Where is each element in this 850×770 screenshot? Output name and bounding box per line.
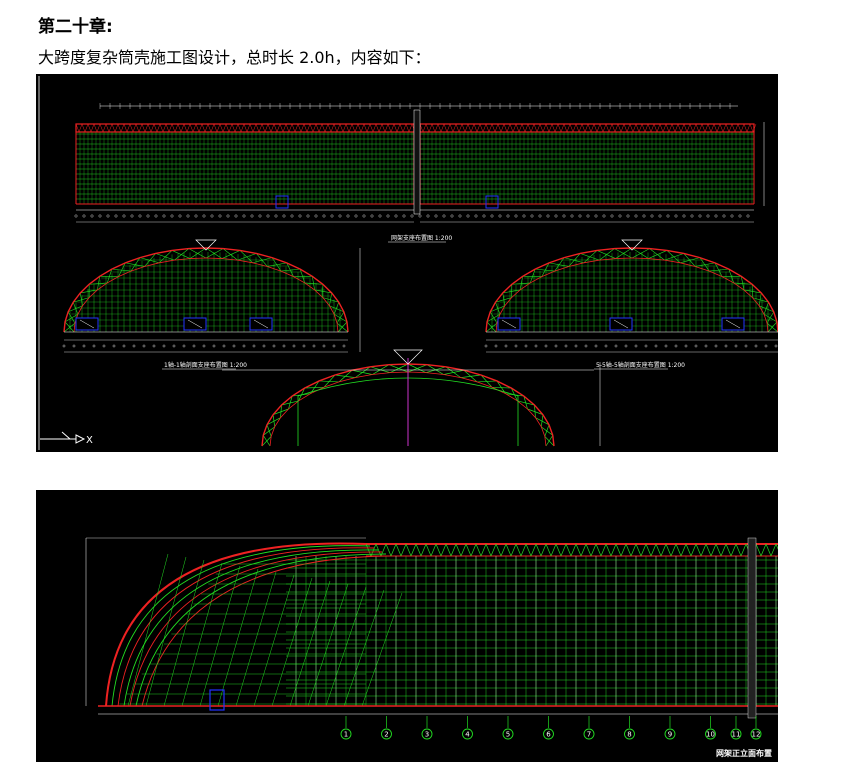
section-middle xyxy=(222,349,601,447)
axis-number: 5 xyxy=(506,731,510,739)
elevation-caption: 网架正立面布置 xyxy=(716,748,772,758)
axis-x-label: X xyxy=(86,435,93,446)
axis-number: 10 xyxy=(706,731,715,739)
ucs-axis-icon: X xyxy=(40,431,93,446)
axis-number: 6 xyxy=(546,731,551,739)
front-elevation xyxy=(85,537,778,719)
section-left-caption: 1轴-1轴剖面支座布置图 1:200 xyxy=(164,361,247,369)
section-left xyxy=(62,239,361,353)
chapter-description: 大跨度复杂筒壳施工图设计，总时长 2.0h，内容如下： xyxy=(38,48,431,67)
axis-number: 7 xyxy=(587,731,591,739)
axis-number: 4 xyxy=(465,731,470,739)
axis-number: 1 xyxy=(344,731,348,739)
cad-drawing-elevation: 1 2 3 4 5 6 7 8 9 10 11 12 网架正立面布置 xyxy=(36,490,778,762)
chapter-heading: 第二十章: xyxy=(38,17,113,37)
cad-canvas-1: 网架支座布置图 1:200 1轴-1轴剖面支座布置图 1:200 5-5轴-5轴… xyxy=(38,76,778,450)
axis-number: 8 xyxy=(627,731,631,739)
section-right-caption: 5-5轴-5轴剖面支座布置图 1:200 xyxy=(596,361,685,369)
section-right xyxy=(484,239,778,353)
axis-number: 11 xyxy=(732,731,741,739)
axis-number: 3 xyxy=(425,731,429,739)
plan-view xyxy=(74,103,765,223)
axis-bubbles: 1 2 3 4 5 6 7 8 9 10 11 12 xyxy=(340,716,762,740)
axis-number: 9 xyxy=(668,731,672,739)
cad-canvas-2: 1 2 3 4 5 6 7 8 9 10 11 12 网架正立面布置 xyxy=(85,537,778,758)
axis-number: 12 xyxy=(752,731,761,739)
cad-drawing-plan-sections: 网架支座布置图 1:200 1轴-1轴剖面支座布置图 1:200 5-5轴-5轴… xyxy=(36,74,778,452)
axis-number: 2 xyxy=(384,731,388,739)
plan-caption: 网架支座布置图 1:200 xyxy=(391,234,452,242)
